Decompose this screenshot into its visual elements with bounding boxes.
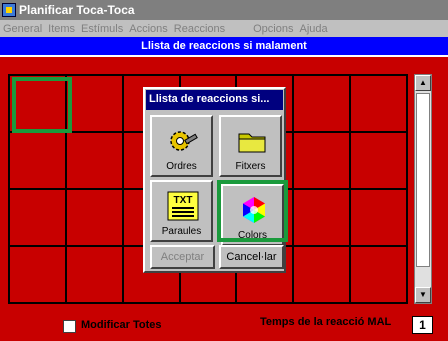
menu-general[interactable]: General <box>0 23 45 35</box>
menu-bar: General Items Estímuls Accions Reaccions… <box>0 20 448 37</box>
menu-accions[interactable]: Accions <box>126 23 171 35</box>
window-title: Planificar Toca-Toca <box>19 3 135 17</box>
footer: Modificar Totes Temps de la reacció MAL … <box>0 310 448 341</box>
grid-cell[interactable] <box>65 189 123 246</box>
menu-reaccions[interactable]: Reaccions <box>171 23 228 35</box>
colors-selection-highlight <box>217 180 288 242</box>
scroll-up-arrow-icon[interactable]: ▲ <box>415 75 431 91</box>
svg-text:TXT: TXT <box>174 195 193 206</box>
fitxers-label: Fitxers <box>235 161 266 172</box>
grid-cell[interactable] <box>293 246 351 303</box>
cancelar-button[interactable]: Cancel·lar <box>219 245 284 269</box>
reaction-list-banner: Llista de reaccions si malament <box>0 37 448 55</box>
grid-cell[interactable] <box>350 75 407 132</box>
txt-icon: TXT <box>167 191 199 221</box>
scroll-thumb[interactable] <box>416 93 430 267</box>
grid-cell[interactable] <box>9 246 66 303</box>
paraules-label: Paraules <box>161 226 202 237</box>
grid-cell[interactable] <box>65 132 123 189</box>
grid-cell[interactable] <box>350 246 407 303</box>
fitxers-button[interactable]: Fitxers <box>219 115 282 177</box>
grid-cell[interactable] <box>350 189 407 246</box>
gear-wrench-icon <box>170 131 198 151</box>
modificar-totes-checkbox[interactable] <box>63 320 76 333</box>
grid-cell[interactable] <box>293 189 351 246</box>
menu-items[interactable]: Items <box>45 23 78 35</box>
grid-cell[interactable] <box>350 132 407 189</box>
ordres-button[interactable]: Ordres <box>150 115 213 177</box>
divider <box>0 55 448 57</box>
selected-cell-highlight <box>12 77 72 133</box>
acceptar-button[interactable]: Acceptar <box>150 245 215 269</box>
title-bar: Planificar Toca-Toca <box>0 0 448 20</box>
grid-cell[interactable] <box>65 246 123 303</box>
app-icon <box>2 3 16 17</box>
paraules-button[interactable]: TXT Paraules <box>150 180 213 242</box>
scroll-down-arrow-icon[interactable]: ▼ <box>415 287 431 303</box>
ordres-label: Ordres <box>166 161 197 172</box>
temps-reaccio-input[interactable]: 1 <box>412 316 433 334</box>
menu-opcions[interactable]: Opcions <box>250 23 296 35</box>
grid-cell[interactable] <box>65 75 123 132</box>
folder-icon <box>238 133 266 153</box>
dialog-title: Llista de reaccions si... <box>146 90 283 110</box>
vertical-scrollbar[interactable]: ▲ ▼ <box>414 74 432 304</box>
grid-cell[interactable] <box>293 132 351 189</box>
menu-ajuda[interactable]: Ajuda <box>296 23 330 35</box>
temps-reaccio-label: Temps de la reacció MAL <box>260 316 392 328</box>
grid-cell[interactable] <box>293 75 351 132</box>
modificar-totes-label: Modificar Totes <box>81 319 162 331</box>
grid-cell[interactable] <box>9 189 66 246</box>
menu-estimuls[interactable]: Estímuls <box>78 23 126 35</box>
grid-cell[interactable] <box>9 132 66 189</box>
